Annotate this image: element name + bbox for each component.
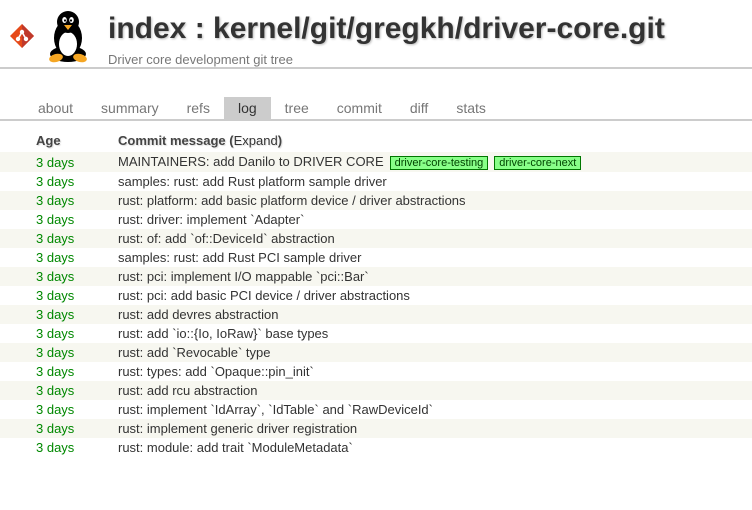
table-row: 3 days rust: pci: implement I/O mappable … [0,267,752,286]
commit-age: 3 days [36,250,74,265]
commit-age: 3 days [36,440,74,455]
commit-link[interactable]: samples: rust: add Rust platform sample … [118,174,387,189]
table-row: 3 days rust: pci: add basic PCI device / … [0,286,752,305]
msg-header-post: ) [278,133,282,148]
page-header: index : kernel/git/gregkh/driver-core.gi… [0,0,752,69]
table-row: 3 days rust: driver: implement `Adapter` [0,210,752,229]
tab-summary[interactable]: summary [87,97,173,119]
tab-tree[interactable]: tree [271,97,323,119]
table-row: 3 days rust: platform: add basic platform… [0,191,752,210]
table-row: 3 days rust: of: add `of::DeviceId` abstr… [0,229,752,248]
commit-link[interactable]: rust: of: add `of::DeviceId` abstraction [118,231,335,246]
commit-age: 3 days [36,269,74,284]
tab-stats[interactable]: stats [442,97,500,119]
tab-refs[interactable]: refs [173,97,224,119]
repo-description: Driver core development git tree [108,52,744,67]
cgit-logo-icon[interactable] [8,22,36,50]
table-row: 3 days rust: module: add trait `ModuleMet… [0,438,752,457]
commit-link[interactable]: MAINTAINERS: add Danilo to DRIVER CORE [118,154,384,169]
repo-title: index : kernel/git/gregkh/driver-core.gi… [108,12,744,46]
age-header: Age [0,129,110,152]
commit-link[interactable]: rust: add `Revocable` type [118,345,270,360]
commit-age: 3 days [36,307,74,322]
table-row: 3 days samples: rust: add Rust PCI sample… [0,248,752,267]
table-row: 3 days samples: rust: add Rust platform s… [0,172,752,191]
commit-age: 3 days [36,326,74,341]
commit-age: 3 days [36,288,74,303]
tab-log[interactable]: log [224,97,271,119]
commit-age: 3 days [36,383,74,398]
commit-age: 3 days [36,193,74,208]
commit-link[interactable]: rust: add devres abstraction [118,307,278,322]
tabs-bar: aboutsummaryrefslogtreecommitdiffstats [0,69,752,121]
commit-link[interactable]: rust: add rcu abstraction [118,383,257,398]
commit-age: 3 days [36,402,74,417]
commit-age: 3 days [36,174,74,189]
commit-log-table: Age Commit message (Expand) 3 days MAINTA… [0,129,752,457]
table-row: 3 days rust: add devres abstraction [0,305,752,324]
table-row: 3 days rust: implement generic driver reg… [0,419,752,438]
commit-link[interactable]: rust: implement generic driver registrat… [118,421,357,436]
table-row: 3 days rust: add rcu abstraction [0,381,752,400]
tab-commit[interactable]: commit [323,97,396,119]
repo-link[interactable]: kernel/git/gregkh/driver-core.git [213,12,665,45]
commit-age: 3 days [36,345,74,360]
tab-about[interactable]: about [24,97,87,119]
table-row: 3 days rust: types: add `Opaque::pin_init… [0,362,752,381]
commit-link[interactable]: rust: implement `IdArray`, `IdTable` and… [118,402,433,417]
tab-diff[interactable]: diff [396,97,442,119]
commit-link[interactable]: rust: platform: add basic platform devic… [118,193,466,208]
table-row: 3 days rust: add `Revocable` type [0,343,752,362]
commit-age: 3 days [36,231,74,246]
commit-link[interactable]: samples: rust: add Rust PCI sample drive… [118,250,361,265]
branch-deco[interactable]: driver-core-next [494,156,581,170]
msg-header-pre: Commit message ( [118,133,234,148]
commit-link[interactable]: rust: types: add `Opaque::pin_init` [118,364,314,379]
commit-link[interactable]: rust: pci: implement I/O mappable `pci::… [118,269,369,284]
branch-deco[interactable]: driver-core-testing [390,156,489,170]
msg-header: Commit message (Expand) [110,129,752,152]
commit-age: 3 days [36,421,74,436]
commit-link[interactable]: rust: pci: add basic PCI device / driver… [118,288,410,303]
logo-area [8,8,96,64]
commit-age: 3 days [36,212,74,227]
commit-link[interactable]: rust: module: add trait `ModuleMetadata` [118,440,353,455]
commit-link[interactable]: rust: add `io::{Io, IoRaw}` base types [118,326,328,341]
commit-link[interactable]: rust: driver: implement `Adapter` [118,212,304,227]
commit-age: 3 days [36,364,74,379]
table-row: 3 days rust: add `io::{Io, IoRaw}` base t… [0,324,752,343]
tux-logo-icon[interactable] [40,8,96,64]
title-sep: : [186,12,213,45]
index-link[interactable]: index [108,12,186,45]
table-row: 3 days rust: implement `IdArray`, `IdTabl… [0,400,752,419]
table-row: 3 days MAINTAINERS: add Danilo to DRIVER … [0,152,752,172]
title-area: index : kernel/git/gregkh/driver-core.gi… [108,8,744,67]
commit-age: 3 days [36,155,74,170]
expand-link[interactable]: Expand [234,133,278,148]
